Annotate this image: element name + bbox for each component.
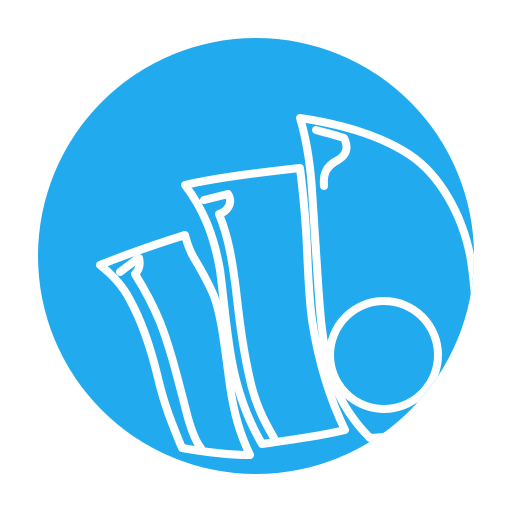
app-logo	[0, 0, 512, 512]
coin-icon	[326, 297, 442, 413]
money-fan-icon	[38, 38, 474, 474]
